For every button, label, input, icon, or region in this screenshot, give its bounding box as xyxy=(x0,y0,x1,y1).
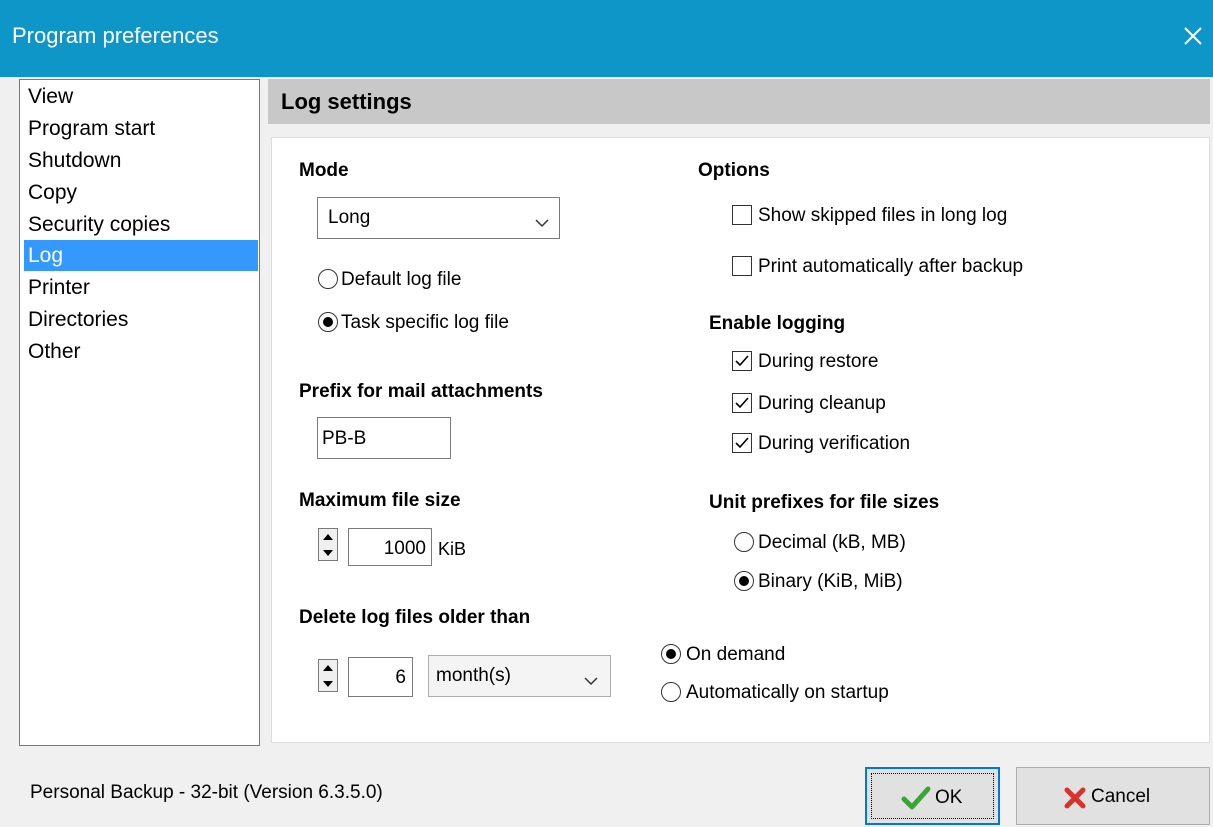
chevron-down-icon xyxy=(535,212,549,234)
mode-dropdown-value: Long xyxy=(328,207,371,228)
ok-button-label: OK xyxy=(935,787,963,808)
nav-item-directories[interactable]: Directories xyxy=(24,304,258,335)
delete-age-input[interactable]: 6 xyxy=(348,657,413,697)
window-title: Program preferences xyxy=(12,23,219,48)
prefix-heading: Prefix for mail attachments xyxy=(299,381,543,402)
nav-item-shutdown[interactable]: Shutdown xyxy=(24,145,258,176)
on-demand-radio[interactable] xyxy=(661,644,681,664)
delete-age-spinner[interactable] xyxy=(318,659,338,692)
options-heading: Options xyxy=(698,160,770,181)
binary-label[interactable]: Binary (KiB, MiB) xyxy=(758,571,903,593)
cancel-button[interactable]: Cancel xyxy=(1016,767,1210,825)
verification-label[interactable]: During verification xyxy=(758,433,910,455)
delete-unit-dropdown[interactable]: month(s) xyxy=(428,655,611,697)
delete-age-value: 6 xyxy=(395,667,406,688)
restore-label[interactable]: During restore xyxy=(758,351,878,373)
version-status: Personal Backup - 32-bit (Version 6.3.5.… xyxy=(30,782,383,803)
max-size-value: 1000 xyxy=(383,538,426,559)
chevron-down-icon xyxy=(584,670,598,692)
restore-checkbox[interactable] xyxy=(732,351,752,371)
verification-checkbox[interactable] xyxy=(732,433,752,453)
show-skipped-checkbox[interactable] xyxy=(732,205,752,225)
max-size-heading: Maximum file size xyxy=(299,490,461,511)
unit-prefixes-heading: Unit prefixes for file sizes xyxy=(709,492,940,513)
nav-item-copy[interactable]: Copy xyxy=(24,177,258,208)
max-size-unit: KiB xyxy=(438,539,467,559)
auto-startup-label[interactable]: Automatically on startup xyxy=(686,682,889,704)
section-title: Log settings xyxy=(281,89,412,114)
ok-button[interactable]: OK xyxy=(865,767,1000,825)
auto-startup-radio[interactable] xyxy=(661,682,681,702)
on-demand-label[interactable]: On demand xyxy=(686,644,785,666)
decimal-radio[interactable] xyxy=(734,532,754,552)
cleanup-checkbox[interactable] xyxy=(732,393,752,413)
cross-icon xyxy=(1064,787,1086,809)
mode-heading: Mode xyxy=(299,160,349,181)
max-size-input[interactable]: 1000 xyxy=(348,528,432,566)
prefix-input[interactable]: PB-B xyxy=(317,417,451,459)
nav-item-program-start[interactable]: Program start xyxy=(24,113,258,144)
print-auto-checkbox[interactable] xyxy=(732,256,752,276)
default-log-label[interactable]: Default log file xyxy=(341,269,461,291)
max-size-spinner[interactable] xyxy=(318,528,338,561)
nav-item-printer[interactable]: Printer xyxy=(24,272,258,303)
delete-unit-value: month(s) xyxy=(436,665,511,686)
prefix-input-value: PB-B xyxy=(322,428,367,449)
default-log-radio[interactable] xyxy=(318,269,338,289)
task-log-label[interactable]: Task specific log file xyxy=(341,312,509,334)
task-log-radio[interactable] xyxy=(318,312,338,332)
nav-item-log[interactable]: Log xyxy=(24,240,258,271)
enable-logging-heading: Enable logging xyxy=(709,313,846,334)
mode-dropdown[interactable]: Long xyxy=(317,197,560,239)
binary-radio[interactable] xyxy=(734,571,754,591)
checkmark-icon xyxy=(901,786,931,810)
focus-rectangle xyxy=(871,773,994,819)
delete-heading: Delete log files older than xyxy=(299,607,531,628)
show-skipped-label[interactable]: Show skipped files in long log xyxy=(758,205,1007,227)
print-auto-label[interactable]: Print automatically after backup xyxy=(758,256,1023,278)
cancel-button-label: Cancel xyxy=(1091,786,1151,807)
nav-item-other[interactable]: Other xyxy=(24,336,258,367)
close-icon[interactable] xyxy=(1177,20,1209,52)
category-list[interactable]: View Program start Shutdown Copy Securit… xyxy=(19,79,260,746)
decimal-label[interactable]: Decimal (kB, MB) xyxy=(758,532,906,554)
nav-item-security-copies[interactable]: Security copies xyxy=(24,209,258,240)
cleanup-label[interactable]: During cleanup xyxy=(758,393,886,415)
nav-item-view[interactable]: View xyxy=(24,81,258,112)
